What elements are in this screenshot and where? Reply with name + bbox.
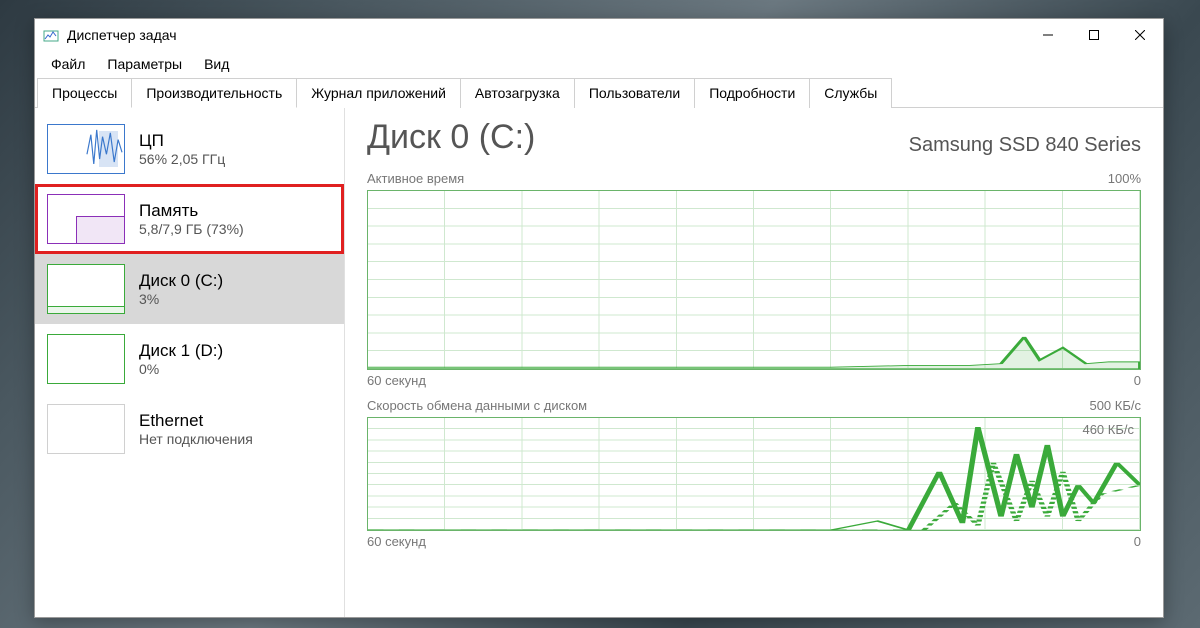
active-time-chart-block: Активное время 100% 60 секунд 0 [367,171,1141,388]
chart1-label: Активное время [367,171,464,186]
tab-processes[interactable]: Процессы [37,78,132,108]
memory-thumbnail [47,194,125,244]
tab-strip: Процессы Производительность Журнал прило… [35,77,1163,108]
sidebar-item-disk1[interactable]: Диск 1 (D:) 0% [35,324,344,394]
disk1-thumbnail [47,334,125,384]
disk1-title: Диск 1 (D:) [139,341,223,361]
titlebar[interactable]: Диспетчер задач [35,19,1163,51]
tab-services[interactable]: Службы [809,78,892,108]
transfer-rate-chart: 460 КБ/с [367,417,1141,531]
disk0-thumbnail [47,264,125,314]
sidebar-item-disk0[interactable]: Диск 0 (C:) 3% [35,254,344,324]
menu-view[interactable]: Вид [194,53,239,75]
tab-startup[interactable]: Автозагрузка [460,78,575,108]
close-button[interactable] [1117,19,1163,51]
main-header: Диск 0 (С:) Samsung SSD 840 Series [367,118,1141,157]
performance-sidebar: ЦП 56% 2,05 ГГц Память 5,8/7,9 ГБ (73%) … [35,108,345,617]
tab-app-history[interactable]: Журнал приложений [296,78,461,108]
window-title: Диспетчер задач [67,27,177,43]
sidebar-item-cpu[interactable]: ЦП 56% 2,05 ГГц [35,114,344,184]
menu-file[interactable]: Файл [41,53,95,75]
tab-users[interactable]: Пользователи [574,78,695,108]
tab-performance[interactable]: Производительность [131,78,297,108]
app-icon [43,27,59,43]
chart1-xright: 0 [1134,373,1141,388]
chart2-xright: 0 [1134,534,1141,549]
page-title: Диск 0 (С:) [367,118,535,157]
disk0-title: Диск 0 (C:) [139,271,223,291]
cpu-thumbnail [47,124,125,174]
menu-options[interactable]: Параметры [97,53,192,75]
maximize-button[interactable] [1071,19,1117,51]
minimize-button[interactable] [1025,19,1071,51]
cpu-title: ЦП [139,131,225,151]
disk0-sub: 3% [139,291,223,307]
sidebar-item-memory[interactable]: Память 5,8/7,9 ГБ (73%) [35,184,344,254]
cpu-sub: 56% 2,05 ГГц [139,151,225,167]
chart2-label: Скорость обмена данными с диском [367,398,587,413]
disk1-sub: 0% [139,361,223,377]
menubar: Файл Параметры Вид [35,51,1163,77]
chart2-xleft: 60 секунд [367,534,426,549]
content-area: ЦП 56% 2,05 ГГц Память 5,8/7,9 ГБ (73%) … [35,108,1163,617]
chart2-max: 500 КБ/с [1089,398,1141,413]
chart1-xleft: 60 секунд [367,373,426,388]
window-controls [1025,19,1163,51]
sidebar-item-ethernet[interactable]: Ethernet Нет подключения [35,394,344,464]
ethernet-title: Ethernet [139,411,253,431]
main-panel: Диск 0 (С:) Samsung SSD 840 Series Актив… [345,108,1163,617]
active-time-chart [367,190,1141,370]
ethernet-thumbnail [47,404,125,454]
tab-details[interactable]: Подробности [694,78,810,108]
memory-sub: 5,8/7,9 ГБ (73%) [139,221,244,237]
task-manager-window: Диспетчер задач Файл Параметры Вид Проце… [34,18,1164,618]
chart1-max: 100% [1108,171,1141,186]
memory-title: Память [139,201,244,221]
disk-model: Samsung SSD 840 Series [909,134,1141,157]
ethernet-sub: Нет подключения [139,431,253,447]
transfer-rate-chart-block: Скорость обмена данными с диском 500 КБ/… [367,398,1141,549]
